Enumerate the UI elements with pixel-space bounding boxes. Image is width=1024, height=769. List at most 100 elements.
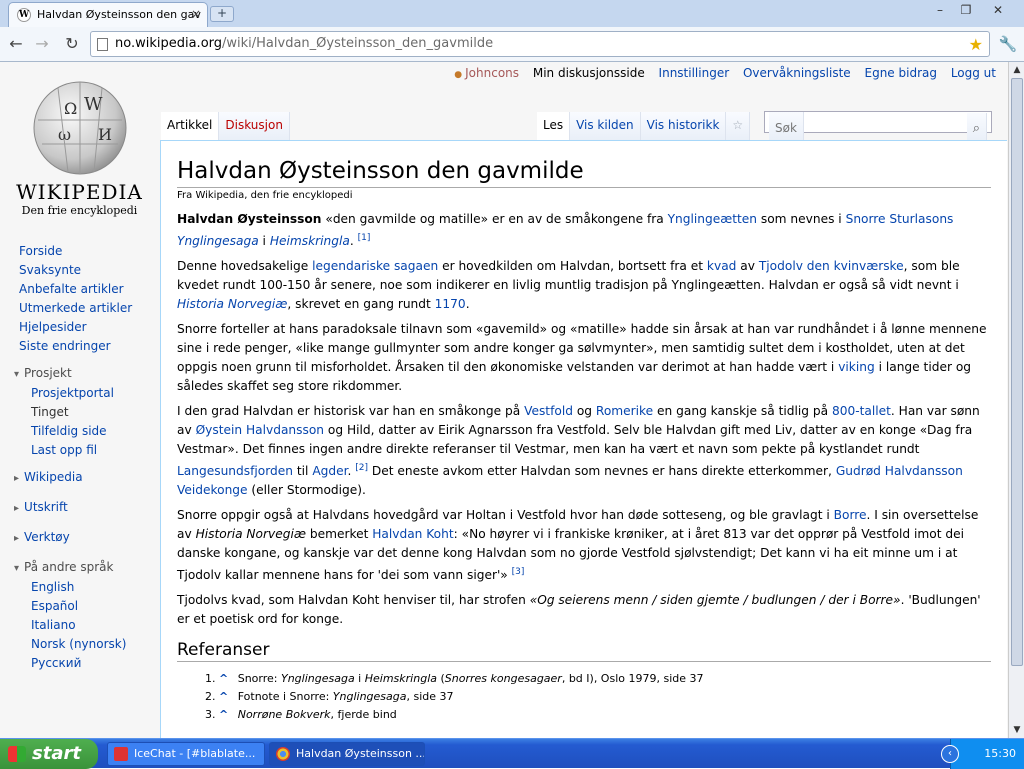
back-button[interactable]: ← bbox=[4, 32, 28, 56]
link-romerike[interactable]: Romerike bbox=[596, 404, 653, 418]
portal-print-header[interactable]: Utskrift bbox=[0, 498, 160, 518]
tray-expand-icon[interactable]: ‹ bbox=[941, 745, 959, 763]
tab-article[interactable]: Artikkel bbox=[161, 112, 220, 140]
italic-text: «Og seierens menn / siden gjemte / budlu… bbox=[529, 593, 901, 608]
sidebar-item-svaksynte[interactable]: Svaksynte bbox=[0, 261, 160, 280]
tab-view-source[interactable]: Vis kilden bbox=[570, 112, 641, 140]
link-borre[interactable]: Borre bbox=[834, 508, 867, 522]
search-icon[interactable]: ⌕ bbox=[966, 113, 987, 141]
bookmark-star-icon[interactable]: ★ bbox=[969, 33, 983, 57]
link-tjodolv[interactable]: Tjodolv den kvinværske bbox=[759, 259, 904, 273]
start-label: start bbox=[32, 743, 81, 764]
globe-glyph-w: W bbox=[84, 94, 103, 115]
lang-link-russian[interactable]: Русский bbox=[0, 654, 160, 673]
tab-history[interactable]: Vis historikk bbox=[640, 112, 727, 140]
portal-languages-header[interactable]: På andre språk bbox=[0, 558, 160, 578]
tab-talk[interactable]: Diskusjon bbox=[219, 112, 290, 140]
link-ynglingeaetten[interactable]: Ynglingeætten bbox=[668, 212, 757, 226]
footnote-3[interactable]: [3] bbox=[512, 567, 525, 577]
link-legendariske-sagaen[interactable]: legendariske sagaen bbox=[312, 259, 438, 273]
vertical-scrollbar[interactable]: ▲ ▼ bbox=[1008, 62, 1024, 738]
sidebar-item-help[interactable]: Hjelpesider bbox=[0, 318, 160, 337]
link-viking[interactable]: viking bbox=[838, 360, 875, 374]
link-heimskringla[interactable]: Heimskringla bbox=[270, 234, 350, 248]
scrollbar-thumb[interactable] bbox=[1011, 78, 1023, 666]
lang-link-spanish[interactable]: Español bbox=[0, 597, 160, 616]
clock[interactable]: 15:30 bbox=[984, 747, 1016, 760]
globe-glyph-i: И bbox=[98, 125, 112, 144]
sidebar-item-excellent[interactable]: Utmerkede artikler bbox=[0, 299, 160, 318]
portal-wikipedia-header[interactable]: Wikipedia bbox=[0, 468, 160, 488]
logout-link[interactable]: Logg ut bbox=[951, 66, 996, 80]
taskbar-item-icechat[interactable]: IceChat - [#blablate... bbox=[107, 742, 265, 766]
tab-read[interactable]: Les bbox=[536, 112, 571, 140]
link-800-tallet[interactable]: 800-tallet bbox=[832, 404, 891, 418]
taskbar-item-chrome[interactable]: Halvdan Øysteinsson ... bbox=[269, 742, 425, 766]
sidebar-item-featured[interactable]: Anbefalte artikler bbox=[0, 280, 160, 299]
text: Snorres kongesagaer bbox=[444, 672, 562, 686]
forward-button[interactable]: → bbox=[30, 32, 54, 56]
text: «den gavmilde og matille» er en av de sm… bbox=[321, 212, 668, 226]
scroll-up-icon[interactable]: ▲ bbox=[1009, 62, 1024, 78]
lang-link-nynorsk[interactable]: Norsk (nynorsk) bbox=[0, 635, 160, 654]
text: Denne hovedsakelige bbox=[177, 259, 313, 274]
text: , side 37 bbox=[406, 690, 454, 704]
reload-button[interactable]: ↻ bbox=[60, 32, 84, 56]
watch-star-icon[interactable]: ☆ bbox=[726, 112, 751, 140]
text: Det eneste avkom etter Halvdan som nevne… bbox=[368, 464, 836, 479]
link-historia-norvegiae[interactable]: Historia Norvegiæ bbox=[177, 297, 287, 311]
backlink-caret[interactable]: ^ bbox=[219, 708, 228, 721]
sidebar: Forside Svaksynte Anbefalte artikler Utm… bbox=[0, 242, 160, 673]
scroll-down-icon[interactable]: ▼ bbox=[1009, 722, 1024, 738]
link-vestfold[interactable]: Vestfold bbox=[524, 404, 573, 418]
portal-project-header[interactable]: Prosjekt bbox=[0, 364, 160, 384]
sidebar-item-main[interactable]: Forside bbox=[0, 242, 160, 261]
sidebar-item-upload[interactable]: Last opp fil bbox=[0, 441, 160, 460]
lang-link-italian[interactable]: Italiano bbox=[0, 616, 160, 635]
sidebar-item-random[interactable]: Tilfeldig side bbox=[0, 422, 160, 441]
preferences-link[interactable]: Innstillinger bbox=[659, 66, 730, 80]
minimize-button[interactable]: – bbox=[928, 2, 952, 20]
footnote-2[interactable]: [2] bbox=[355, 463, 368, 473]
maximize-button[interactable]: ❐ bbox=[954, 2, 978, 20]
search-input[interactable]: Søk ⌕ bbox=[764, 111, 992, 141]
portal-tools-header[interactable]: Verktøy bbox=[0, 528, 160, 548]
close-window-button[interactable]: ✕ bbox=[986, 2, 1010, 20]
browser-chrome: W Halvdan Øysteinsson den gav × + – ❐ ✕ … bbox=[0, 0, 1024, 62]
new-tab-button[interactable]: + bbox=[210, 6, 234, 22]
close-tab-icon[interactable]: × bbox=[191, 3, 201, 26]
text: Tjodolvs kvad, som Halvdan Koht henviser… bbox=[177, 593, 530, 608]
text: ( bbox=[437, 672, 445, 686]
text: og bbox=[572, 404, 596, 419]
footnote-1[interactable]: [1] bbox=[358, 233, 371, 243]
link-langesundsfjorden[interactable]: Langesundsfjorden bbox=[177, 464, 293, 478]
url-host: no.wikipedia.org bbox=[115, 36, 223, 51]
link-halvdan-koht[interactable]: Halvdan Koht bbox=[372, 527, 453, 541]
backlink-caret[interactable]: ^ bbox=[219, 672, 228, 685]
logo-wordmark: WIKIPEDIA bbox=[16, 180, 143, 204]
site-subtitle: Fra Wikipedia, den frie encyklopedi bbox=[177, 190, 353, 201]
link-agder[interactable]: Agder bbox=[312, 464, 347, 478]
backlink-caret[interactable]: ^ bbox=[219, 690, 228, 703]
start-button[interactable]: start bbox=[0, 739, 98, 769]
wrench-menu-icon[interactable]: 🔧 bbox=[996, 32, 1020, 56]
ref-number: 2. bbox=[205, 690, 216, 704]
user-link[interactable]: Johncons bbox=[454, 66, 519, 80]
references-list: 1. ^ Snorre: Ynglingesaga i Heimskringla… bbox=[177, 670, 991, 724]
address-bar[interactable]: no.wikipedia.org/wiki/Halvdan_Øysteinsso… bbox=[90, 31, 990, 57]
link-1170[interactable]: 1170 bbox=[435, 297, 466, 311]
link-snorre[interactable]: Snorre Sturlasons bbox=[846, 212, 954, 226]
sidebar-item-recent-changes[interactable]: Siste endringer bbox=[0, 337, 160, 356]
link-oystein-halvdansson[interactable]: Øystein Halvdansson bbox=[196, 423, 324, 437]
lang-link-english[interactable]: English bbox=[0, 578, 160, 597]
sidebar-item-tinget[interactable]: Tinget bbox=[0, 403, 160, 422]
link-kvad[interactable]: kvad bbox=[707, 259, 736, 273]
browser-tab[interactable]: W Halvdan Øysteinsson den gav × bbox=[8, 2, 208, 27]
wikipedia-logo[interactable]: Ω W И ω WIKIPEDIA Den frie encyklopedi bbox=[12, 74, 147, 219]
contributions-link[interactable]: Egne bidrag bbox=[865, 66, 937, 80]
italic-text: Historia Norvegiæ bbox=[195, 527, 306, 542]
link-ynglingesaga[interactable]: Ynglingesaga bbox=[177, 234, 259, 248]
sidebar-item-project-portal[interactable]: Prosjektportal bbox=[0, 384, 160, 403]
watchlist-link[interactable]: Overvåkningsliste bbox=[743, 66, 851, 80]
talk-link[interactable]: Min diskusjonsside bbox=[533, 66, 645, 80]
